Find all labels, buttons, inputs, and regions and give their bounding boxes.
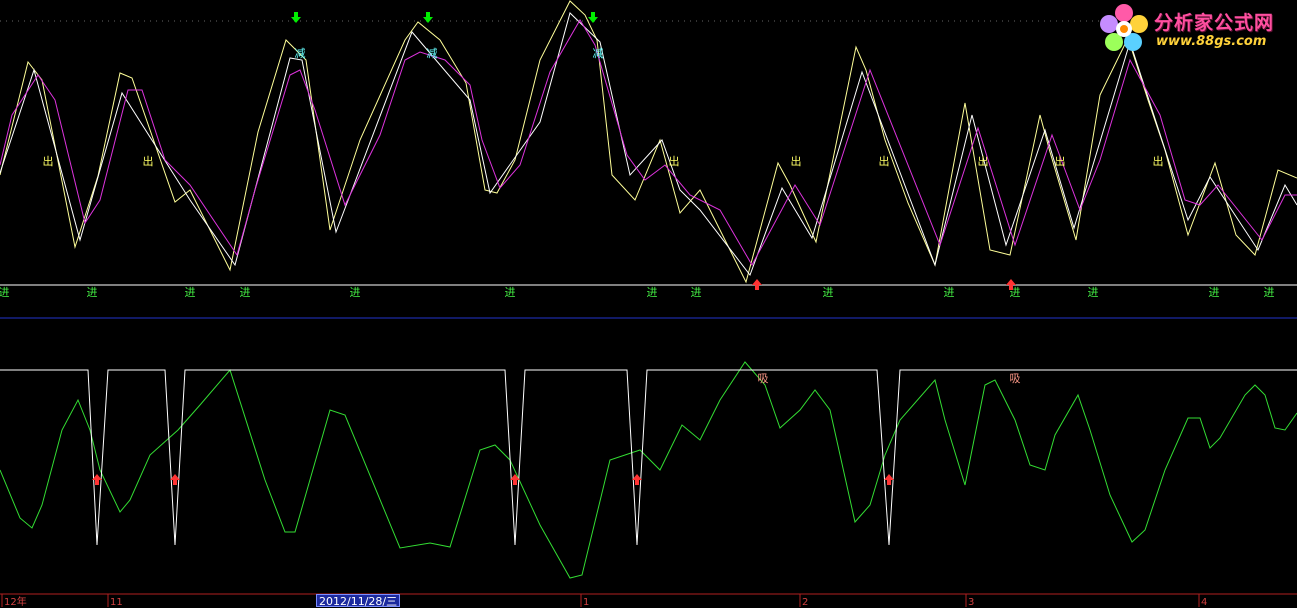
top-signal-label: 进	[0, 286, 10, 299]
top-signal-label: 出	[879, 154, 890, 168]
x-axis: 12年 11 1 2 3 4	[0, 593, 1297, 607]
top-signal-label: 进	[647, 286, 658, 299]
bottom-signal-label: 吸	[1010, 372, 1021, 385]
top-signal-label: 进	[240, 286, 251, 299]
top-signal-label: 出	[791, 154, 802, 168]
down-arrow-icon	[423, 12, 433, 23]
top-signal-label: 出	[978, 154, 989, 168]
down-arrow-icon	[291, 12, 301, 23]
x-tick-label: 3	[968, 597, 974, 607]
top-signal-label: 出	[669, 154, 680, 168]
top-signal-label: 进	[185, 286, 196, 299]
top-signal-label: 进	[1209, 286, 1220, 299]
flower-logo-icon	[1100, 4, 1148, 51]
x-tick-label: 11	[110, 597, 123, 607]
top-signal-label: 减	[295, 47, 306, 60]
top-signal-label: 进	[691, 286, 702, 299]
top-signal-label: 进	[350, 286, 361, 299]
top-signal-label: 出	[143, 154, 154, 168]
site-logo[interactable]: 分析家公式网 www.88gs.com	[1098, 2, 1294, 54]
top-signal-label: 出	[1055, 154, 1066, 168]
up-arrow-icon	[752, 279, 762, 290]
x-tick-label: 4	[1201, 597, 1207, 607]
top-signal-label: 进	[823, 286, 834, 299]
x-tick-label: 2	[802, 597, 808, 607]
x-tick-label: 12年	[4, 595, 27, 607]
top-signal-label: 减	[593, 47, 604, 60]
top-signal-label: 出	[43, 154, 54, 168]
top-signal-label: 进	[505, 286, 516, 299]
top-signal-label: 进	[1088, 286, 1099, 299]
logo-url: www.88gs.com	[1156, 34, 1267, 49]
cursor-date-label: 2012/11/28/三	[316, 594, 401, 608]
bottom-series-line-0	[0, 361, 1297, 579]
top-signal-label: 减	[427, 47, 438, 60]
down-arrow-icon	[588, 12, 598, 23]
indicator-chart[interactable]: 出出出出出出出出减减减进进进进进进进进进进进进进进 吸吸 12年 11 1 2 3 4	[0, 0, 1297, 607]
logo-title: 分析家公式网	[1154, 12, 1275, 34]
top-series-line-2	[0, 19, 1297, 267]
bottom-signal-label: 吸	[758, 372, 769, 385]
top-signal-label: 出	[1153, 154, 1164, 168]
top-signal-label: 进	[1264, 286, 1275, 299]
bottom-indicator-panel: 吸吸	[0, 361, 1297, 579]
top-signal-label: 进	[944, 286, 955, 299]
bottom-series-line-1	[0, 369, 1297, 546]
x-tick-label: 1	[583, 597, 589, 607]
top-signal-label: 进	[87, 286, 98, 299]
